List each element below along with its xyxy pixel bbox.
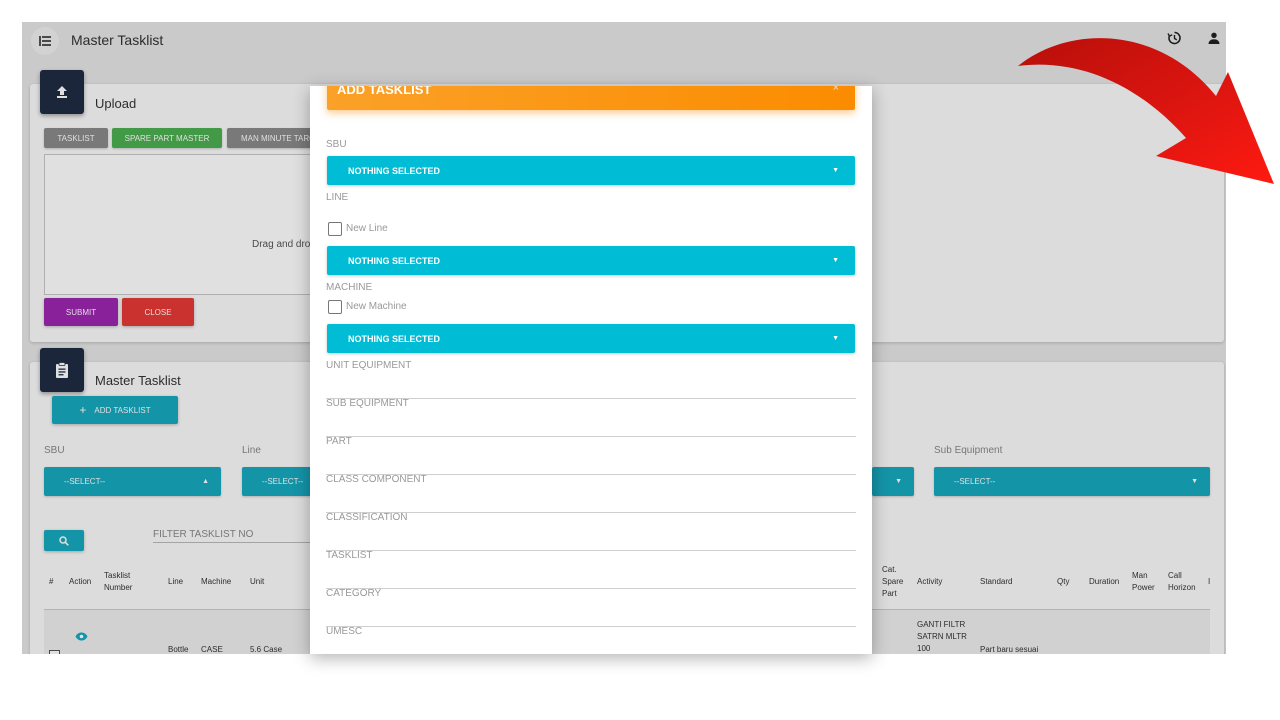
umesc-label: UMESC xyxy=(326,626,363,637)
caret-down-icon: ▼ xyxy=(832,167,839,174)
sbu-select[interactable]: NOTHING SELECTED ▼ xyxy=(327,156,855,185)
sbu-label: SBU xyxy=(326,139,347,150)
new-line-checkbox[interactable] xyxy=(328,222,342,236)
line-select[interactable]: NOTHING SELECTED ▼ xyxy=(327,246,855,275)
classification-field[interactable]: CLASSIFICATION xyxy=(326,512,856,551)
umesc-field[interactable]: UMESC xyxy=(326,626,856,654)
unit-equipment-field[interactable]: UNIT EQUIPMENT xyxy=(326,360,856,399)
new-machine-checkbox[interactable] xyxy=(328,300,342,314)
annotation-arrow-icon xyxy=(1018,38,1274,184)
caret-down-icon: ▼ xyxy=(832,257,839,264)
modal-close-icon[interactable]: × xyxy=(833,86,839,94)
machine-select-value: NOTHING SELECTED xyxy=(348,333,441,344)
category-field[interactable]: CATEGORY xyxy=(326,588,856,627)
machine-label: MACHINE xyxy=(326,282,373,293)
class-component-field[interactable]: CLASS COMPONENT xyxy=(326,474,856,513)
sub-equipment-label: SUB EQUIPMENT xyxy=(326,398,409,409)
new-line-label: New Line xyxy=(346,223,388,234)
line-select-value: NOTHING SELECTED xyxy=(348,255,441,266)
classification-label: CLASSIFICATION xyxy=(326,512,408,523)
modal-title: ADD TASKLIST xyxy=(337,86,432,97)
new-machine-label: New Machine xyxy=(346,301,407,312)
caret-down-icon: ▼ xyxy=(832,335,839,342)
sub-equipment-field[interactable]: SUB EQUIPMENT xyxy=(326,398,856,437)
part-field[interactable]: PART xyxy=(326,436,856,475)
tasklist-field[interactable]: TASKLIST xyxy=(326,550,856,589)
add-tasklist-modal: ADD TASKLIST × SBU NOTHING SELECTED ▼ LI… xyxy=(310,86,872,654)
unit-equipment-label: UNIT EQUIPMENT xyxy=(326,360,412,371)
sbu-select-value: NOTHING SELECTED xyxy=(348,165,441,176)
category-label: CATEGORY xyxy=(326,588,382,599)
line-label: LINE xyxy=(326,192,349,203)
part-label: PART xyxy=(326,436,352,447)
machine-select[interactable]: NOTHING SELECTED ▼ xyxy=(327,324,855,353)
modal-header: ADD TASKLIST × xyxy=(327,86,855,110)
class-component-label: CLASS COMPONENT xyxy=(326,474,427,485)
tasklist-label: TASKLIST xyxy=(326,550,373,561)
